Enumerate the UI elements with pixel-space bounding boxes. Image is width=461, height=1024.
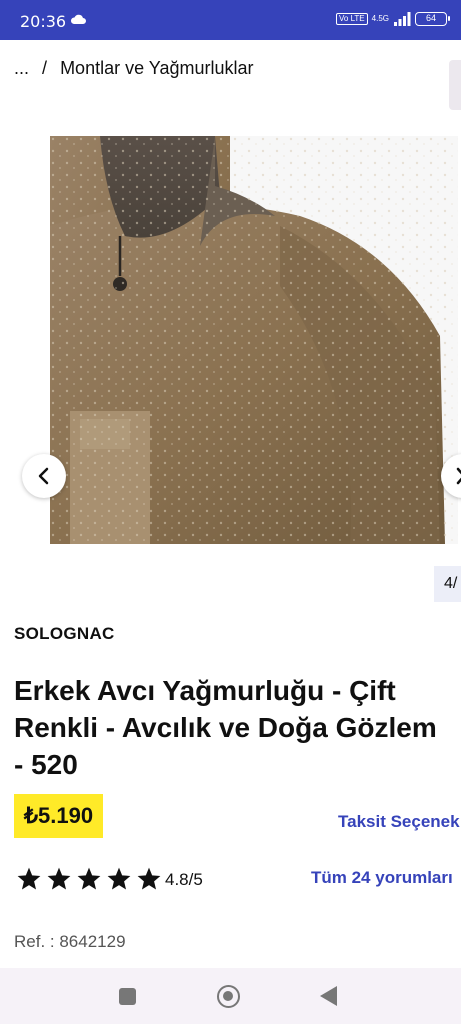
chevron-right-icon <box>456 467 461 485</box>
chevron-left-icon <box>38 467 49 485</box>
brand-name[interactable]: SOLOGNAC <box>14 624 115 644</box>
status-icons: Vo LTE 4.5G 64 <box>336 12 450 26</box>
star-icon <box>17 867 41 890</box>
status-bar: 20:36 Vo LTE 4.5G 64 <box>0 0 461 40</box>
signal-icon <box>394 12 411 26</box>
all-reviews-link[interactable]: Tüm 24 yorumları <box>311 868 453 888</box>
product-gallery[interactable] <box>0 136 461 544</box>
carousel-prev-button[interactable] <box>22 454 66 498</box>
rating-score: 4.8/5 <box>165 870 203 889</box>
thumbnail-edge[interactable] <box>449 60 461 110</box>
rating-stars[interactable] <box>16 866 162 892</box>
star-icon <box>137 867 161 890</box>
volte-icon: Vo LTE <box>336 13 368 25</box>
breadcrumb-separator: / <box>42 58 48 78</box>
product-image[interactable] <box>50 136 458 544</box>
network-type: 4.5G <box>371 14 389 23</box>
image-counter: 4/ <box>434 566 461 602</box>
circle-icon[interactable] <box>217 985 240 1008</box>
breadcrumb-ellipsis[interactable]: ... <box>14 58 29 78</box>
product-reference: Ref. : 8642129 <box>14 932 126 951</box>
star-icon <box>77 867 101 890</box>
price-badge: ₺5.190 <box>14 794 104 838</box>
square-icon[interactable] <box>119 988 136 1005</box>
system-nav-bar <box>0 968 461 1024</box>
status-time: 20:36 <box>20 12 67 31</box>
battery-icon: 64 <box>415 12 450 26</box>
star-icon <box>107 867 131 890</box>
installment-options-link[interactable]: Taksit Seçenek <box>338 812 460 832</box>
breadcrumb: ... / Montlar ve Yağmurluklar <box>14 58 253 79</box>
breadcrumb-current[interactable]: Montlar ve Yağmurluklar <box>60 58 253 78</box>
triangle-back-icon[interactable] <box>320 986 337 1006</box>
product-title: Erkek Avcı Yağmurluğu - Çift Renkli - Av… <box>14 675 437 780</box>
star-icon <box>47 867 71 890</box>
cloud-icon <box>70 14 86 24</box>
